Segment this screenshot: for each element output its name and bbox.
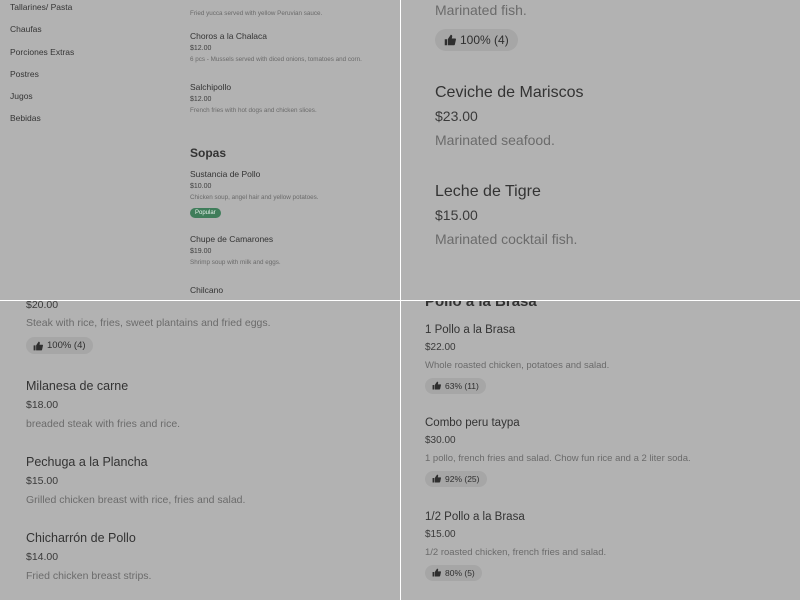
section-title-sopas: Sopas <box>190 146 227 160</box>
thumbs-up-icon <box>444 34 456 46</box>
item-price: $20.00 <box>26 301 59 311</box>
rating-text: 100% (4) <box>460 33 509 47</box>
screenshot-grid: Tallarines/ Pasta Chaufas Porciones Extr… <box>0 0 800 600</box>
item-name: Combo peru taypa <box>425 417 520 429</box>
popular-badge: Popular <box>190 208 221 218</box>
item-name: Pechuga a la Plancha <box>26 455 148 469</box>
menu-item-ceviche-mariscos[interactable]: Ceviche de Mariscos $23.00 Marinated sea… <box>435 84 584 148</box>
item-description: breaded steak with fries and rice. <box>26 418 181 430</box>
menu-item-milanesa[interactable]: Milanesa de carne $18.00 breaded steak w… <box>26 379 180 430</box>
sidebar-item-bebidas[interactable]: Bebidas <box>10 112 74 134</box>
pollo-brasa-panel: Pollo a la Brasa 1 Pollo a la Brasa $22.… <box>401 301 800 600</box>
item-price: $18.00 <box>26 399 59 411</box>
ceviche-detail-panel: Marinated fish. 100% (4) Ceviche de Mari… <box>401 0 800 300</box>
item-description: Marinated cocktail fish. <box>435 231 578 247</box>
item-name: Milanesa de carne <box>26 379 129 393</box>
item-price: $30.00 <box>425 435 456 446</box>
item-description: Steak with rice, fries, sweet plantains … <box>26 317 271 329</box>
menu-item-chupe[interactable]: Chupe de Camarones $19.00 Shrimp soup wi… <box>190 234 395 266</box>
item-description: 6 pcs - Mussels served with diced onions… <box>190 56 362 63</box>
rating-text: 100% (4) <box>47 340 86 351</box>
item-price: $15.00 <box>26 475 59 487</box>
sidebar-item-tallarines[interactable]: Tallarines/ Pasta <box>10 1 74 23</box>
item-price: $12.00 <box>190 96 212 103</box>
item-description: Marinated seafood. <box>435 132 555 148</box>
item-price: $10.00 <box>190 183 212 190</box>
item-description: 1 pollo, french fries and salad. Chow fu… <box>425 453 691 464</box>
item-description: Chicken soup, angel hair and yellow pota… <box>190 194 319 201</box>
rating-badge: 63% (11) <box>425 377 486 394</box>
category-sidebar: Tallarines/ Pasta Chaufas Porciones Extr… <box>10 0 74 135</box>
item-name: Chicharrón de Pollo <box>26 531 136 545</box>
item-name: 1/2 Pollo a la Brasa <box>425 511 525 523</box>
item-description: 1/2 roasted chicken, french fries and sa… <box>425 547 607 558</box>
rating-text: 92% (25) <box>445 473 480 484</box>
menu-overview-panel: Tallarines/ Pasta Chaufas Porciones Extr… <box>0 0 400 300</box>
item-name: Chilcano <box>190 285 224 295</box>
menu-item-choros[interactable]: Choros a la Chalaca $12.00 6 pcs - Musse… <box>190 31 395 63</box>
item-description: Fried yucca served with yellow Peruvian … <box>190 10 323 17</box>
thumbs-up-icon <box>432 568 441 577</box>
rating-badge: 80% (5) <box>425 564 482 581</box>
sidebar-item-postres[interactable]: Postres <box>10 68 74 90</box>
item-description: Fried chicken breast strips. <box>26 570 152 582</box>
item-price: $23.00 <box>435 108 478 124</box>
rating-badge: 100% (4) <box>435 29 518 51</box>
item-description: Marinated fish. <box>435 2 527 18</box>
menu-item-chilcano[interactable]: Chilcano <box>190 285 395 295</box>
item-name: Sustancia de Pollo <box>190 169 261 179</box>
item-name: Chupe de Camarones <box>190 234 274 244</box>
menu-item-medio-pollo[interactable]: 1/2 Pollo a la Brasa $15.00 1/2 roasted … <box>425 511 606 582</box>
item-name: Leche de Tigre <box>435 183 541 200</box>
menu-item-leche-de-tigre[interactable]: Leche de Tigre $15.00 Marinated cocktail… <box>435 183 577 247</box>
menu-item-combo-peru-taypa[interactable]: Combo peru taypa $30.00 1 pollo, french … <box>425 417 691 488</box>
menu-item-sustancia[interactable]: Sustancia de Pollo $10.00 Chicken soup, … <box>190 169 395 219</box>
item-price: $15.00 <box>425 529 456 540</box>
sidebar-item-jugos[interactable]: Jugos <box>10 90 74 112</box>
section-title-pollo: Pollo a la Brasa <box>425 301 537 310</box>
item-price: $22.00 <box>425 342 456 353</box>
item-description: Whole roasted chicken, potatoes and sala… <box>425 360 610 371</box>
rating-text: 63% (11) <box>445 380 479 391</box>
menu-item-chicharron[interactable]: Chicharrón de Pollo $14.00 Fried chicken… <box>26 531 151 582</box>
thumbs-up-icon <box>33 341 43 351</box>
item-name: 1 Pollo a la Brasa <box>425 324 516 336</box>
item-price: $12.00 <box>190 45 212 52</box>
menu-item-salchipollo[interactable]: Salchipollo $12.00 French fries with hot… <box>190 82 395 114</box>
item-description: French fries with hot dogs and chicken s… <box>190 107 317 114</box>
rating-badge: 92% (25) <box>425 470 487 487</box>
menu-item-pechuga[interactable]: Pechuga a la Plancha $15.00 Grilled chic… <box>26 455 245 506</box>
item-description: Grilled chicken breast with rice, fries … <box>26 494 246 506</box>
rating-badge: 100% (4) <box>26 337 93 354</box>
item-name: Salchipollo <box>190 82 232 92</box>
steak-menu-panel: $20.00 Steak with rice, fries, sweet pla… <box>0 301 400 600</box>
item-price: $19.00 <box>190 248 212 255</box>
thumbs-up-icon <box>432 381 441 390</box>
sidebar-item-porciones-extras[interactable]: Porciones Extras <box>10 46 74 68</box>
item-price: $15.00 <box>435 207 478 223</box>
sidebar-item-chaufas[interactable]: Chaufas <box>10 23 74 45</box>
thumbs-up-icon <box>432 474 441 483</box>
item-price: $14.00 <box>26 551 59 563</box>
item-name: Ceviche de Mariscos <box>435 84 584 101</box>
item-description: Shrimp soup with milk and eggs. <box>190 259 281 266</box>
rating-text: 80% (5) <box>445 567 475 578</box>
menu-item-pollo-entero[interactable]: 1 Pollo a la Brasa $22.00 Whole roasted … <box>425 324 609 395</box>
item-name: Choros a la Chalaca <box>190 31 268 41</box>
